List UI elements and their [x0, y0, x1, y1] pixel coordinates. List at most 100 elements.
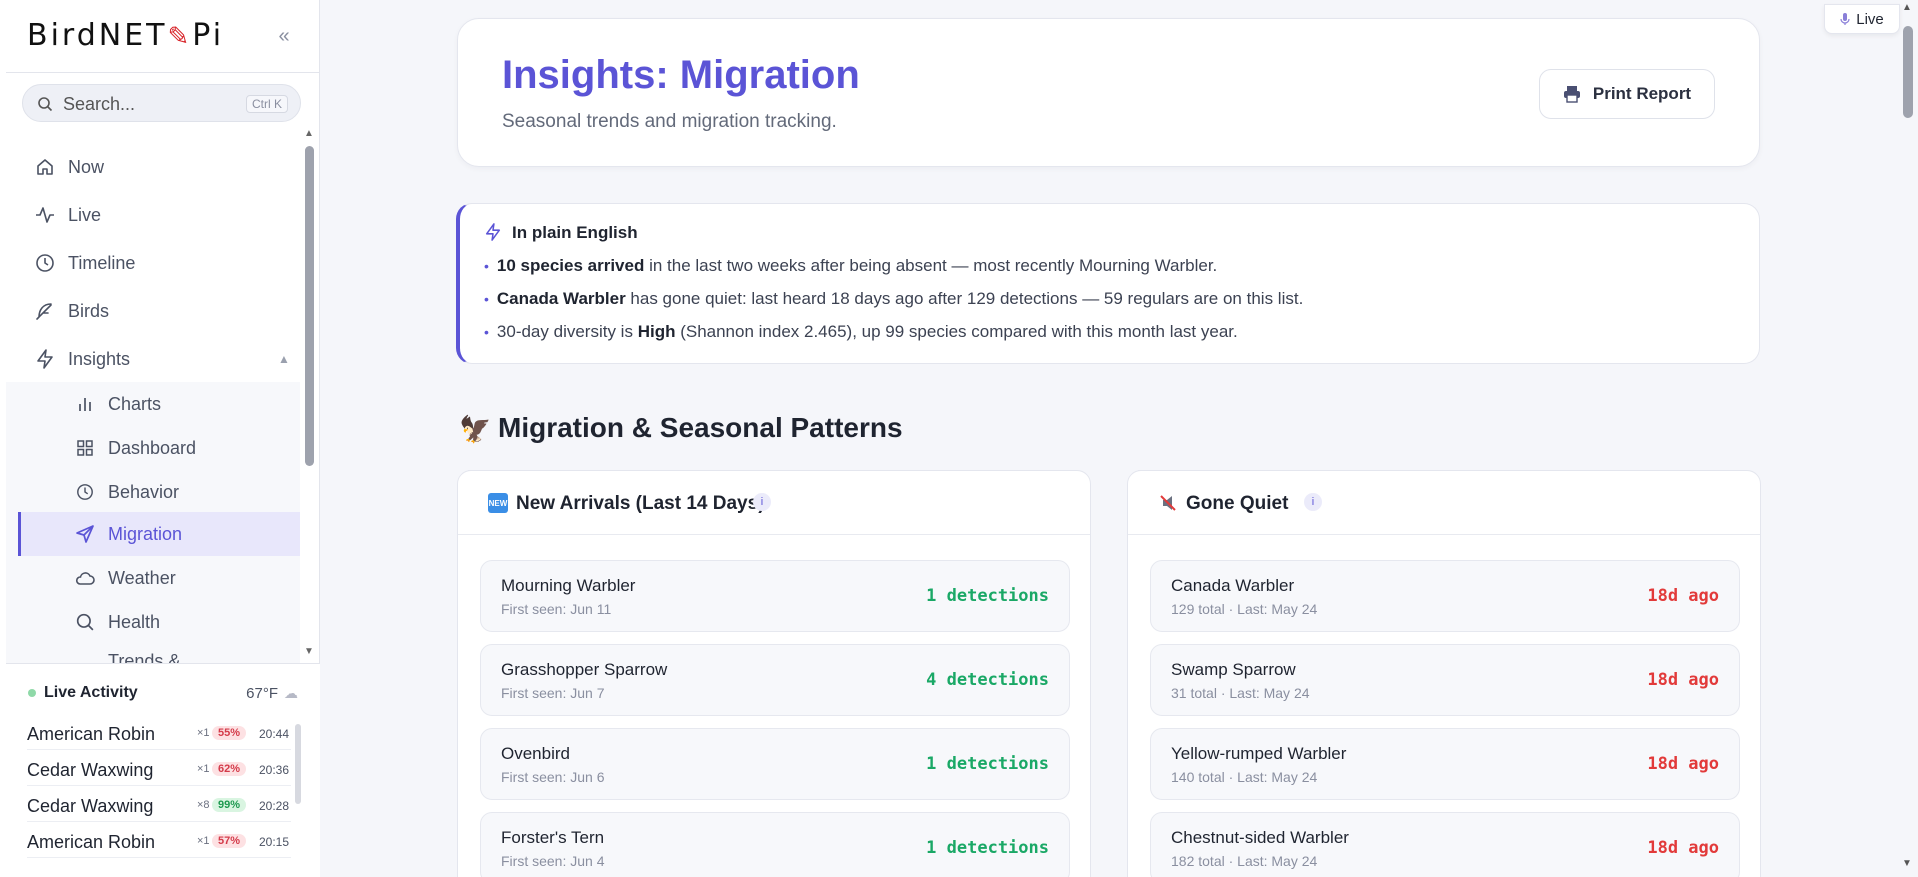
feather-icon [34, 300, 56, 322]
summary-text: in the last two weeks after being absent… [644, 256, 1218, 275]
nav-label: Now [68, 156, 105, 177]
last-heard-meta: 182 total · Last: May 24 [1171, 853, 1318, 869]
page-subtitle: Seasonal trends and migration tracking. [502, 111, 837, 132]
temperature: 67°F [246, 685, 278, 702]
quiet-row[interactable]: Canada Warbler 129 total · Last: May 24 … [1150, 560, 1740, 632]
print-report-button[interactable]: Print Report [1539, 69, 1715, 119]
home-icon [34, 156, 56, 178]
first-seen: First seen: Jun 11 [501, 601, 612, 617]
status-dot [28, 689, 36, 697]
first-seen: First seen: Jun 7 [501, 685, 605, 701]
nav-label: Behavior [108, 481, 180, 502]
nav-item-behavior[interactable]: Behavior [18, 471, 300, 513]
nav-item-dashboard[interactable]: Dashboard [18, 427, 300, 469]
search-input[interactable] [63, 93, 243, 115]
species-name: American Robin [27, 724, 156, 744]
nav-item-insights[interactable]: Insights ▲ [18, 338, 300, 380]
detection-count: ×1 [197, 835, 210, 847]
live-activity-title: Live Activity [44, 684, 138, 701]
first-seen: First seen: Jun 6 [501, 769, 605, 785]
panel-header: NEW New Arrivals (Last 14 Days) i [458, 471, 1090, 535]
nav-item-trends[interactable]: Trends & [18, 645, 300, 663]
confidence-badge: 62% [212, 762, 247, 776]
clock-icon [74, 481, 96, 503]
panel-header: Gone Quiet i [1128, 471, 1760, 535]
plain-english-summary: In plain English • 10 species arrived in … [456, 203, 1760, 364]
last-heard-meta: 140 total · Last: May 24 [1171, 769, 1318, 785]
send-icon [74, 523, 96, 545]
days-since: 18d ago [1647, 754, 1719, 774]
summary-text: 30-day diversity is [496, 322, 638, 341]
bullet-dot: • [484, 258, 489, 274]
brand-logo[interactable]: BirdNET✎Pi [27, 18, 224, 53]
activity-row[interactable]: Cedar Waxwing ×1 62% 20:36 [27, 750, 291, 786]
bar-chart-icon [74, 393, 96, 415]
page-scroll-up-arrow[interactable]: ▲ [1902, 2, 1912, 13]
nav-label: Charts [108, 393, 162, 414]
activity-scrollbar[interactable] [295, 724, 301, 804]
nav-item-timeline[interactable]: Timeline [18, 242, 300, 284]
species-name: Canada Warbler [1171, 576, 1295, 595]
feather-logo-icon: ✎ [167, 22, 193, 52]
days-since: 18d ago [1647, 670, 1719, 690]
nav-item-live[interactable]: Live [18, 194, 300, 236]
detection-time: 20:28 [259, 799, 290, 813]
detection-count: 1 detections [926, 586, 1049, 606]
summary-text: (Shannon index 2.465), up 99 species com… [675, 322, 1238, 341]
last-heard-meta: 129 total · Last: May 24 [1171, 601, 1318, 617]
species-name: Cedar Waxwing [27, 796, 154, 816]
activity-row[interactable]: American Robin ×1 57% 20:15 [27, 822, 291, 858]
grid-icon [74, 437, 96, 459]
page-scrollbar[interactable] [1903, 26, 1913, 118]
detection-time: 20:15 [259, 835, 290, 849]
nav-item-health[interactable]: Health [18, 601, 300, 643]
arrival-row[interactable]: Grasshopper Sparrow First seen: Jun 7 4 … [480, 644, 1070, 716]
species-name: Ovenbird [501, 744, 570, 763]
activity-row[interactable]: American Robin ×1 55% 20:44 [27, 714, 291, 750]
page-scroll-down-arrow[interactable]: ▼ [1902, 858, 1912, 869]
cloud-icon [74, 567, 96, 589]
activity-row[interactable]: Cedar Waxwing ×8 99% 20:28 [27, 786, 291, 822]
info-icon[interactable]: i [1304, 493, 1322, 511]
live-activity-header: Live Activity 67°F ☁ [28, 684, 298, 704]
nav-label: Birds [68, 300, 110, 321]
nav-label: Timeline [68, 252, 136, 273]
arrival-row[interactable]: Forster's Tern First seen: Jun 4 1 detec… [480, 812, 1070, 877]
confidence-badge: 57% [212, 834, 247, 848]
detection-count: 1 detections [926, 838, 1049, 858]
nav-label: Health [108, 611, 161, 632]
sidebar: BirdNET✎Pi « Ctrl K ▲ ▼ Now Live Timelin… [0, 0, 320, 877]
nav-item-migration[interactable]: Migration [18, 512, 300, 556]
sidebar-scroll-down-arrow[interactable]: ▼ [304, 646, 314, 657]
nav-label: Insights [68, 348, 131, 369]
detection-count: ×8 [197, 799, 210, 811]
search-icon [74, 611, 96, 633]
nav-item-charts[interactable]: Charts [18, 383, 300, 425]
summary-bullet: • Canada Warbler has gone quiet: last hea… [484, 289, 1303, 309]
nav-label: Weather [108, 567, 176, 588]
nav-label: Migration [108, 523, 183, 544]
printer-icon [1563, 86, 1580, 103]
bolt-icon [485, 223, 501, 241]
divider [6, 72, 320, 73]
summary-highlight: High [637, 322, 676, 341]
quiet-row[interactable]: Swamp Sparrow 31 total · Last: May 24 18… [1150, 644, 1740, 716]
sidebar-scrollbar[interactable] [305, 146, 314, 466]
sidebar-scroll-up-arrow[interactable]: ▲ [304, 128, 314, 139]
nav-item-weather[interactable]: Weather [18, 557, 300, 599]
species-name: Forster's Tern [501, 828, 605, 847]
info-icon[interactable]: i [753, 493, 771, 511]
search-box[interactable]: Ctrl K [22, 84, 301, 122]
nav-item-now[interactable]: Now [18, 146, 300, 188]
arrival-row[interactable]: Mourning Warbler First seen: Jun 11 1 de… [480, 560, 1070, 632]
chevron-up-icon: ▲ [278, 352, 290, 366]
nav-item-birds[interactable]: Birds [18, 290, 300, 332]
quiet-row[interactable]: Yellow-rumped Warbler 140 total · Last: … [1150, 728, 1740, 800]
quiet-row[interactable]: Chestnut-sided Warbler 182 total · Last:… [1150, 812, 1740, 877]
species-name: Cedar Waxwing [27, 760, 154, 780]
detection-count: 1 detections [926, 754, 1049, 774]
arrival-row[interactable]: Ovenbird First seen: Jun 6 1 detections [480, 728, 1070, 800]
collapse-sidebar-button[interactable]: « [272, 24, 296, 48]
live-indicator-button[interactable]: Live [1824, 4, 1900, 34]
days-since: 18d ago [1647, 586, 1719, 606]
